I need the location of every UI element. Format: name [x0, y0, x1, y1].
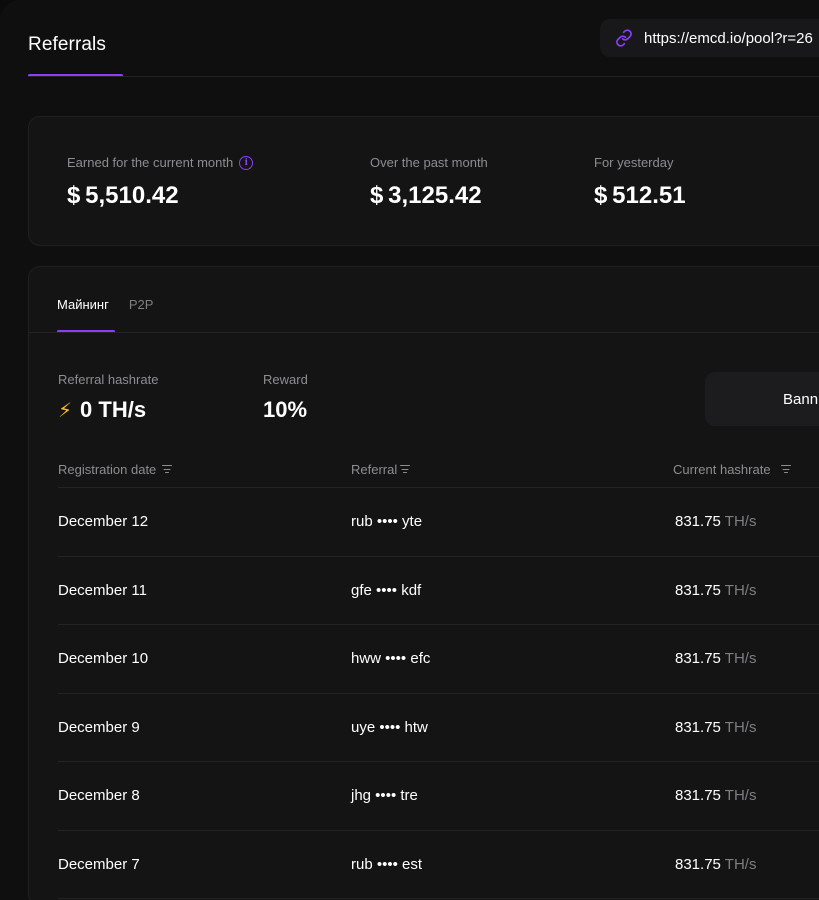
registration-date-cell: December 12 [58, 513, 149, 530]
hashrate-value: 831.75 [675, 513, 721, 530]
hashrate-cell: 831.75 TH/s [675, 787, 756, 804]
registration-date-cell: December 10 [58, 650, 149, 667]
column-header-referral[interactable]: Referral [351, 462, 411, 477]
table-header: Registration date Referral Current hashr… [58, 450, 819, 488]
stat-value: $ 3,125.42 [370, 182, 482, 209]
table-row[interactable]: December 12 rub •••• yte 831.75 TH/s [58, 488, 819, 557]
stat-value: $ 512.51 [594, 182, 686, 209]
tabs: Майнинг P2P [57, 297, 153, 312]
hashrate-cell: 831.75 TH/s [675, 650, 756, 667]
tab-mining[interactable]: Майнинг [57, 297, 109, 312]
stat-current-month: Earned for the current month i $ 5,510.4… [67, 155, 254, 210]
stat-value: $ 5,510.42 [67, 182, 179, 209]
hashrate-cell: 831.75 TH/s [675, 582, 756, 599]
stat-past-month: Over the past month $ 3,125.42 [370, 155, 488, 210]
banners-button[interactable]: Bann [705, 372, 819, 426]
hashrate-unit: TH/s [724, 650, 757, 667]
hashrate-unit: TH/s [724, 581, 757, 599]
referral-cell: jhg •••• tre [351, 787, 418, 804]
column-header-current-hashrate[interactable]: Current hashrate [673, 462, 791, 477]
table-row[interactable]: December 7 rub •••• est 831.75 TH/s [58, 831, 819, 899]
referrals-main-card: Майнинг P2P Referral hashrate ⚡ 0 TH/s R… [28, 266, 819, 900]
reward-metric: Reward 10% [263, 372, 308, 423]
metric-value: 0 TH/s [80, 397, 147, 422]
table-row[interactable]: December 11 gfe •••• kdf 831.75 TH/s [58, 557, 819, 625]
metric-label: Reward [263, 372, 308, 387]
referral-link-box[interactable]: https://emcd.io/pool?r=26 [600, 19, 819, 57]
page-title: Referrals [28, 34, 106, 55]
stat-label: Over the past month [370, 155, 488, 170]
referrals-page: Referrals https://emcd.io/pool?r=26 Earn… [0, 0, 819, 900]
hashrate-cell: 831.75 TH/s [675, 513, 756, 530]
referral-cell: gfe •••• kdf [351, 581, 422, 599]
hashrate-unit: TH/s [724, 513, 757, 530]
hashrate-unit: TH/s [724, 718, 757, 736]
stat-yesterday: For yesterday $ 512.51 [594, 155, 686, 210]
referral-cell: uye •••• htw [351, 718, 428, 736]
hashrate-value: 831.75 [675, 581, 721, 599]
earnings-stats-card: Earned for the current month i $ 5,510.4… [28, 116, 819, 246]
referral-cell: hww •••• efc [351, 650, 431, 667]
metric-value: 10% [263, 397, 308, 422]
tab-p2p[interactable]: P2P [129, 297, 154, 312]
referral-hashrate-metric: Referral hashrate ⚡ 0 TH/s [58, 372, 158, 423]
referrals-table: Registration date Referral Current hashr… [58, 450, 819, 899]
lightning-bolt-icon: ⚡ [58, 399, 73, 422]
info-icon[interactable]: i [239, 155, 254, 170]
table-body: December 12 rub •••• yte 831.75 TH/s Dec… [58, 488, 819, 899]
column-header-registration-date[interactable]: Registration date [58, 462, 173, 477]
filter-icon[interactable] [162, 465, 173, 474]
filter-icon[interactable] [780, 465, 791, 474]
hashrate-value: 831.75 [675, 650, 721, 667]
stat-label: For yesterday [594, 155, 674, 170]
hashrate-unit: TH/s [724, 787, 757, 804]
metric-label: Referral hashrate [58, 372, 159, 387]
table-row[interactable]: December 10 hww •••• efc 831.75 TH/s [58, 625, 819, 694]
link-icon [614, 28, 634, 48]
referral-link-text[interactable]: https://emcd.io/pool?r=26 [644, 30, 813, 47]
registration-date-cell: December 11 [58, 581, 147, 599]
hashrate-value: 831.75 [675, 787, 721, 804]
filter-icon[interactable] [400, 465, 411, 474]
tabs-divider [29, 332, 819, 333]
stat-label: Earned for the current month [67, 155, 234, 170]
table-row[interactable]: December 9 uye •••• htw 831.75 TH/s [58, 694, 819, 762]
registration-date-cell: December 9 [58, 718, 140, 736]
referral-cell: rub •••• yte [351, 513, 423, 530]
hashrate-value: 831.75 [675, 718, 721, 736]
header-divider [28, 76, 819, 77]
table-row[interactable]: December 8 jhg •••• tre 831.75 TH/s [58, 762, 819, 831]
registration-date-cell: December 8 [58, 787, 140, 804]
hashrate-cell: 831.75 TH/s [675, 719, 756, 736]
